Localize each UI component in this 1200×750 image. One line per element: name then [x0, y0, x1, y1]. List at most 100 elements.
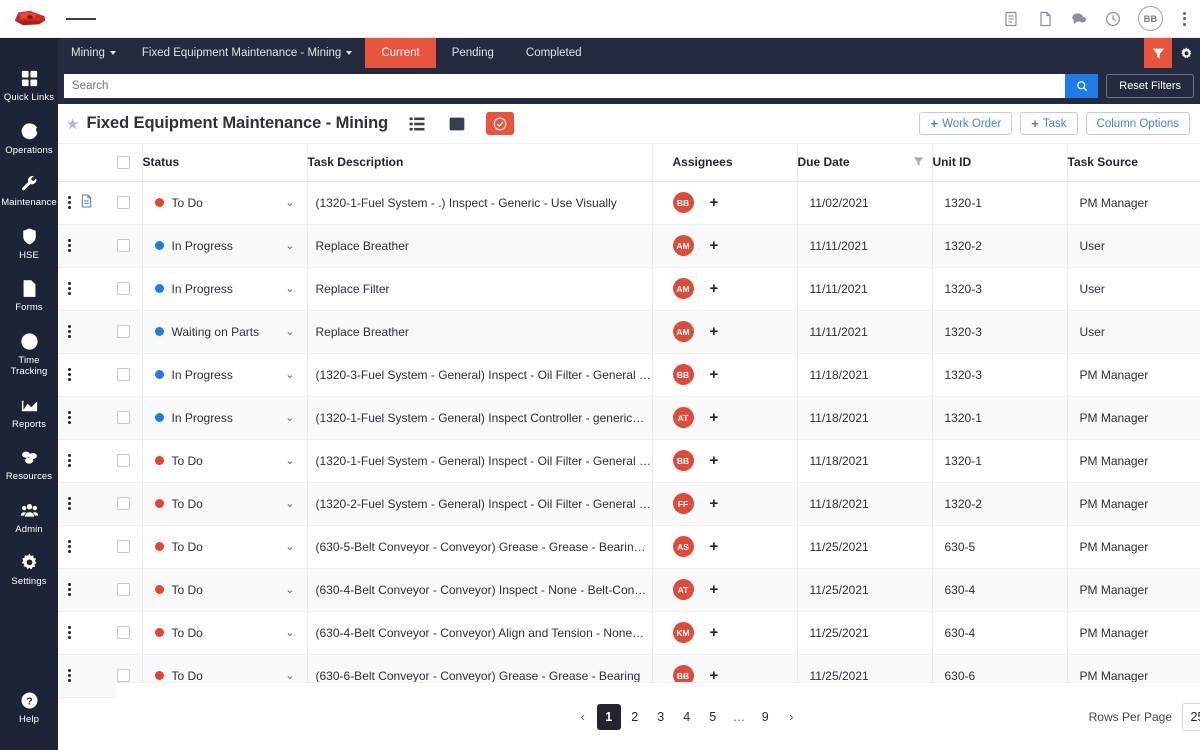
- row-unit-id-cell[interactable]: 630-4: [932, 568, 1067, 611]
- row-select-cell[interactable]: [106, 310, 142, 353]
- pagination-page[interactable]: 5: [701, 704, 725, 730]
- header-task-description[interactable]: Task Description: [307, 144, 652, 181]
- add-assignee-icon[interactable]: +: [710, 539, 719, 554]
- drag-handle-icon[interactable]: [58, 540, 80, 553]
- row-task-source-cell[interactable]: PM Manager: [1067, 353, 1200, 396]
- clock-icon[interactable]: [1104, 10, 1122, 28]
- split-view-icon[interactable]: [446, 113, 468, 135]
- row-checkbox[interactable]: [117, 239, 130, 252]
- row-select-cell[interactable]: [106, 568, 142, 611]
- assignee-avatar[interactable]: AM: [673, 235, 694, 256]
- row-status-cell[interactable]: To Do⌄: [142, 568, 307, 611]
- chat-bubble-icon[interactable]: [1070, 10, 1088, 28]
- chevron-down-icon[interactable]: ⌄: [285, 454, 294, 467]
- sidebar-item-operations[interactable]: $ Operations: [0, 121, 58, 157]
- header-select-all[interactable]: [106, 144, 142, 181]
- header-assignees[interactable]: Assignees: [652, 144, 797, 181]
- chevron-down-icon[interactable]: ⌄: [285, 196, 294, 209]
- row-description-cell[interactable]: Replace Breather: [307, 224, 652, 267]
- select-all-checkbox[interactable]: [117, 156, 130, 169]
- row-description-cell[interactable]: Replace Filter: [307, 267, 652, 310]
- row-due-date-cell[interactable]: 11/25/2021: [797, 611, 932, 654]
- row-task-source-cell[interactable]: User: [1067, 310, 1200, 353]
- assignee-avatar[interactable]: AS: [673, 536, 694, 557]
- assignee-avatar[interactable]: KM: [673, 622, 694, 643]
- row-select-cell[interactable]: [106, 396, 142, 439]
- add-assignee-icon[interactable]: +: [710, 410, 719, 425]
- row-select-cell[interactable]: [106, 267, 142, 310]
- rows-per-page-select[interactable]: 25 ▾: [1182, 703, 1200, 731]
- row-due-date-cell[interactable]: 11/11/2021: [797, 310, 932, 353]
- funnel-filter-icon[interactable]: [1144, 38, 1172, 68]
- assignee-avatar[interactable]: AT: [673, 579, 694, 600]
- row-unit-id-cell[interactable]: 630-5: [932, 525, 1067, 568]
- add-assignee-icon[interactable]: +: [710, 195, 719, 210]
- row-description-cell[interactable]: (630-5-Belt Conveyor - Conveyor) Grease …: [307, 525, 652, 568]
- row-checkbox[interactable]: [117, 411, 130, 424]
- row-status-cell[interactable]: In Progress⌄: [142, 353, 307, 396]
- sidebar-item-time-tracking[interactable]: Time Tracking: [0, 331, 58, 378]
- add-assignee-icon[interactable]: +: [710, 367, 719, 382]
- row-unit-id-cell[interactable]: 1320-3: [932, 267, 1067, 310]
- row-unit-id-cell[interactable]: 1320-1: [932, 181, 1067, 224]
- more-options-icon[interactable]: [1179, 10, 1190, 28]
- row-unit-id-cell[interactable]: 1320-1: [932, 439, 1067, 482]
- assignee-avatar[interactable]: AT: [673, 407, 694, 428]
- assignee-avatar[interactable]: BB: [673, 364, 694, 385]
- row-checkbox[interactable]: [117, 368, 130, 381]
- row-drag-handle-cell[interactable]: [58, 654, 80, 697]
- table-row[interactable]: To Do⌄(1320-1-Fuel System - .) Inspect -…: [58, 181, 1200, 224]
- add-assignee-icon[interactable]: +: [710, 625, 719, 640]
- row-checkbox[interactable]: [117, 497, 130, 510]
- row-task-source-cell[interactable]: PM Manager: [1067, 396, 1200, 439]
- sidebar-item-admin[interactable]: Admin: [0, 500, 58, 536]
- drag-handle-icon[interactable]: [58, 196, 80, 209]
- row-status-cell[interactable]: To Do⌄: [142, 611, 307, 654]
- row-due-date-cell[interactable]: 11/25/2021: [797, 568, 932, 611]
- chevron-down-icon[interactable]: ⌄: [285, 497, 294, 510]
- row-drag-handle-cell[interactable]: [58, 181, 80, 224]
- row-checkbox[interactable]: [117, 540, 130, 553]
- row-drag-handle-cell[interactable]: [58, 525, 80, 568]
- pagination-prev[interactable]: ‹: [571, 704, 595, 730]
- table-row[interactable]: Waiting on Parts⌄Replace BreatherAM+11/1…: [58, 310, 1200, 353]
- tab-pending[interactable]: Pending: [436, 38, 510, 68]
- sidebar-item-hse[interactable]: HSE: [0, 226, 58, 262]
- row-task-source-cell[interactable]: PM Manager: [1067, 439, 1200, 482]
- chevron-down-icon[interactable]: ⌄: [285, 583, 294, 596]
- add-assignee-icon[interactable]: +: [710, 668, 719, 683]
- row-drag-handle-cell[interactable]: [58, 267, 80, 310]
- add-assignee-icon[interactable]: +: [710, 281, 719, 296]
- tab-completed[interactable]: Completed: [510, 38, 598, 68]
- drag-handle-icon[interactable]: [58, 411, 80, 424]
- assignee-avatar[interactable]: AM: [673, 278, 694, 299]
- gear-icon[interactable]: [1172, 38, 1200, 68]
- breadcrumb-fixed-equipment[interactable]: Fixed Equipment Maintenance - Mining: [129, 38, 365, 68]
- attachment-document-icon[interactable]: [80, 197, 93, 211]
- sidebar-item-reports[interactable]: Reports: [0, 395, 58, 431]
- row-task-source-cell[interactable]: User: [1067, 224, 1200, 267]
- row-status-cell[interactable]: To Do⌄: [142, 482, 307, 525]
- document-list-icon[interactable]: [1002, 10, 1020, 28]
- row-status-cell[interactable]: To Do⌄: [142, 525, 307, 568]
- chevron-down-icon[interactable]: ⌄: [285, 368, 294, 381]
- row-checkbox[interactable]: [117, 282, 130, 295]
- funnel-filter-icon[interactable]: [913, 156, 924, 170]
- header-task-source[interactable]: Task Source: [1067, 144, 1200, 181]
- row-unit-id-cell[interactable]: 1320-2: [932, 224, 1067, 267]
- row-task-source-cell[interactable]: PM Manager: [1067, 611, 1200, 654]
- table-row[interactable]: In Progress⌄Replace BreatherAM+11/11/202…: [58, 224, 1200, 267]
- drag-handle-icon[interactable]: [58, 583, 80, 596]
- row-task-source-cell[interactable]: PM Manager: [1067, 482, 1200, 525]
- row-select-cell[interactable]: [106, 439, 142, 482]
- row-due-date-cell[interactable]: 11/18/2021: [797, 482, 932, 525]
- table-row[interactable]: To Do⌄(630-5-Belt Conveyor - Conveyor) G…: [58, 525, 1200, 568]
- drag-handle-icon[interactable]: [58, 368, 80, 381]
- column-options-button[interactable]: Column Options: [1086, 112, 1190, 135]
- row-select-cell[interactable]: [106, 611, 142, 654]
- pagination-next[interactable]: ›: [779, 704, 803, 730]
- table-row[interactable]: To Do⌄(1320-1-Fuel System - General) Ins…: [58, 439, 1200, 482]
- row-select-cell[interactable]: [106, 525, 142, 568]
- sidebar-item-help[interactable]: ? Help: [0, 690, 58, 726]
- row-checkbox[interactable]: [117, 325, 130, 338]
